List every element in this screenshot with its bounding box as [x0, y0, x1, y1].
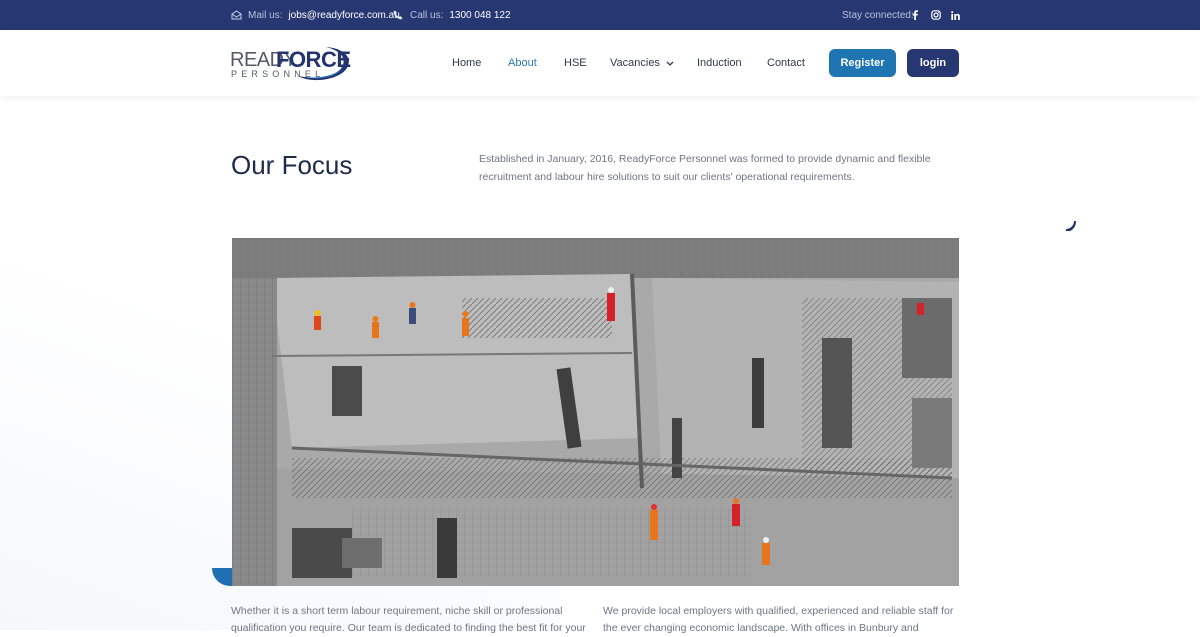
linkedin-icon[interactable]: [951, 0, 960, 30]
phone-icon: [393, 10, 403, 20]
nav-home[interactable]: Home: [452, 30, 481, 96]
mail-contact[interactable]: Mail us: jobs@readyforce.com.au: [231, 0, 400, 30]
intro-paragraph: Established in January, 2016, ReadyForce…: [479, 153, 931, 183]
chevron-down-icon: [666, 61, 674, 66]
content-left-paragraph: Whether it is a short term labour requir…: [231, 605, 586, 634]
top-contact-bar: Mail us: jobs@readyforce.com.au Call us:…: [0, 0, 1200, 30]
page-title: Our Focus: [231, 150, 353, 180]
nav-about[interactable]: About: [508, 30, 537, 96]
mail-address-link[interactable]: jobs@readyforce.com.au: [288, 10, 399, 21]
nav-induction[interactable]: Induction: [697, 30, 742, 96]
instagram-icon[interactable]: [931, 0, 941, 30]
nav-hse[interactable]: HSE: [564, 30, 587, 96]
readyforce-logo[interactable]: READY FORCE PERSONNEL: [230, 44, 351, 84]
call-label: Call us:: [410, 9, 444, 21]
nav-contact[interactable]: Contact: [767, 30, 805, 96]
mail-label: Mail us:: [248, 9, 283, 21]
decorative-quarter-circle: [1066, 221, 1076, 231]
nav-vacancies[interactable]: Vacancies: [610, 30, 674, 96]
construction-site-photo: [232, 238, 959, 586]
login-button[interactable]: login: [907, 49, 959, 77]
stay-connected-label: Stay connected:: [842, 9, 914, 21]
phone-contact[interactable]: Call us: 1300 048 122: [393, 0, 511, 30]
register-button[interactable]: Register: [829, 49, 896, 77]
logo-personnel-text: PERSONNEL: [231, 69, 325, 79]
site-header: READY FORCE PERSONNEL: [0, 30, 1200, 96]
phone-number-link[interactable]: 1300 048 122: [449, 10, 510, 21]
nav-vacancies-label: Vacancies: [610, 57, 660, 69]
facebook-icon[interactable]: [912, 0, 918, 30]
mail-icon: [231, 10, 242, 20]
stay-connected: Stay connected:: [842, 0, 920, 30]
content-right-paragraph: We provide local employers with qualifie…: [603, 605, 954, 634]
